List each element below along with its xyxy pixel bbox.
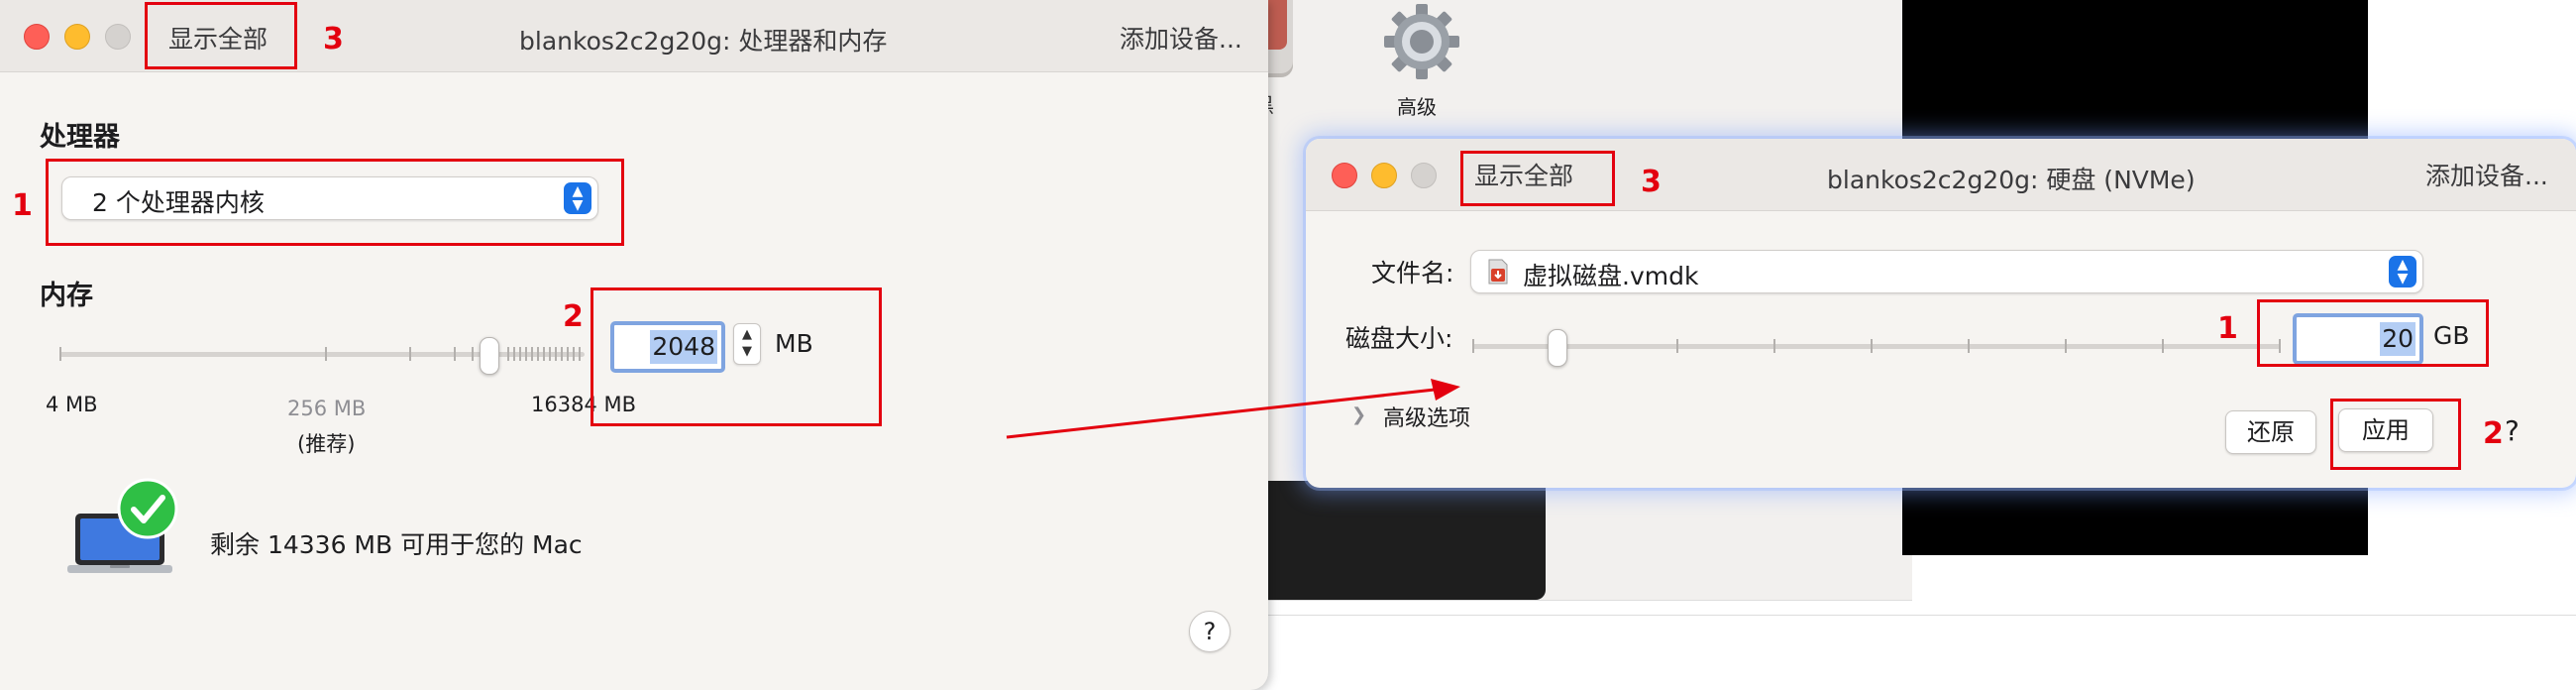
disk-file-value: 虚拟磁盘.vmdk — [1523, 262, 1699, 290]
annotation-number-3: 3 — [1641, 165, 1662, 199]
annotation-box-1 — [46, 159, 624, 246]
window-title: blankos2c2g20g: 硬盘 (NVMe) — [1827, 166, 2196, 194]
annotation-box-3 — [145, 2, 297, 69]
disk-file-popup[interactable]: 虚拟磁盘.vmdk ▲ ▼ — [1470, 250, 2423, 293]
help-button[interactable]: ? — [1189, 611, 1231, 652]
annotation-box-2 — [2330, 399, 2461, 470]
memory-min-label: 4 MB — [46, 393, 98, 416]
annotation-box-3 — [1460, 151, 1615, 206]
annotation-box-1 — [2257, 299, 2489, 367]
annotation-number-2: 2 — [2483, 416, 2504, 451]
processor-heading: 处理器 — [40, 122, 120, 153]
background-vm-window — [1238, 481, 1546, 600]
window-title: blankos2c2g20g: 处理器和内存 — [519, 27, 888, 56]
help-button[interactable]: ? — [2505, 414, 2520, 447]
add-device-button[interactable]: 添加设备... — [2425, 157, 2548, 192]
add-device-button[interactable]: 添加设备... — [1120, 20, 1242, 56]
annotation-box-2 — [590, 288, 882, 426]
memory-heading: 内存 — [40, 281, 93, 311]
minimize-button[interactable] — [64, 24, 90, 50]
divider — [1238, 615, 2576, 616]
disk-file-icon — [1488, 259, 1508, 285]
annotation-number-3: 3 — [323, 22, 344, 57]
minimize-button[interactable] — [1371, 163, 1397, 188]
close-button[interactable] — [1332, 163, 1357, 188]
annotation-number-2: 2 — [563, 299, 584, 334]
disk-size-label: 磁盘大小: — [1345, 324, 1453, 353]
annotation-arrow — [1006, 379, 1460, 439]
annotation-number-1: 1 — [12, 188, 33, 223]
remaining-memory-text: 剩余 14336 MB 可用于您的 Mac — [210, 530, 583, 559]
disk-window: 显示全部 blankos2c2g20g: 硬盘 (NVMe) 添加设备... 文… — [1306, 139, 2576, 488]
gear-icon[interactable] — [1382, 2, 1461, 81]
zoom-button[interactable] — [1411, 163, 1437, 188]
memory-slider-knob[interactable] — [480, 337, 499, 375]
memory-recommended-note: (推荐) — [297, 432, 356, 456]
checkmark-icon — [117, 478, 178, 539]
advanced-label: 高级 — [1397, 95, 1437, 119]
memory-recommended-label: 256 MB — [287, 397, 367, 420]
zoom-button[interactable] — [105, 24, 131, 50]
close-button[interactable] — [24, 24, 50, 50]
annotation-number-1: 1 — [2217, 311, 2238, 346]
revert-button[interactable]: 还原 — [2225, 410, 2316, 454]
cpu-memory-window: 显示全部 blankos2c2g20g: 处理器和内存 添加设备... 处理器 … — [0, 0, 1268, 690]
disk-size-slider-knob[interactable] — [1548, 329, 1567, 367]
file-name-label: 文件名: — [1371, 259, 1454, 288]
chevron-updown-icon: ▲ ▼ — [2389, 256, 2416, 288]
